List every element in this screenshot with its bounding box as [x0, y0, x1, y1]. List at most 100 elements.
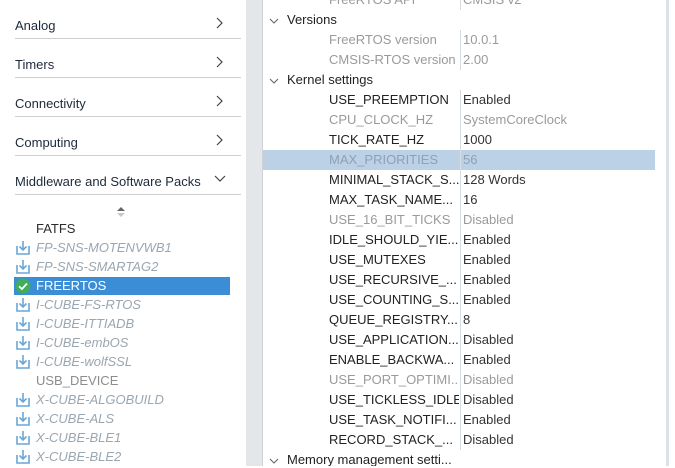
category-middleware-and-software-packs[interactable]: Middleware and Software Packs [15, 156, 241, 195]
download-icon [15, 354, 31, 370]
column-separator [460, 130, 461, 150]
param-value[interactable]: 56 [463, 152, 477, 167]
param-row-use-recursive[interactable]: USE_RECURSIVE_... Enabled [263, 270, 655, 290]
section-versions[interactable]: Versions [263, 10, 663, 30]
param-value[interactable]: Disabled [463, 212, 514, 227]
param-value[interactable]: Disabled [463, 432, 514, 447]
param-name: TICK_RATE_HZ [329, 132, 425, 147]
param-value[interactable]: Enabled [463, 272, 511, 287]
param-value[interactable]: Disabled [463, 332, 514, 347]
chevron-down-icon[interactable] [269, 14, 279, 24]
tree-item-label: FP-SNS-MOTENVWB1 [36, 240, 172, 255]
param-value[interactable]: 10.0.1 [463, 32, 499, 47]
param-name: CMSIS-RTOS version [329, 52, 456, 67]
tree-item-label: X-CUBE-ALS [36, 411, 115, 426]
param-value[interactable]: Disabled [463, 372, 514, 387]
tree-item-label: USB_DEVICE [36, 373, 119, 388]
param-row-use-counting-s[interactable]: USE_COUNTING_S... Enabled [263, 290, 655, 310]
param-row-use-preemption[interactable]: USE_PREEMPTION Enabled [263, 90, 655, 110]
tree-item-fp-sns-smartag2[interactable]: FP-SNS-SMARTAG2 [14, 258, 230, 276]
column-separator [460, 190, 461, 210]
param-value[interactable]: 128 Words [463, 172, 526, 187]
tree-item-i-cube-wolfssl[interactable]: I-CUBE-wolfSSL [14, 353, 230, 371]
tree-item-label: I-CUBE-wolfSSL [36, 354, 133, 369]
category-connectivity[interactable]: Connectivity [15, 78, 241, 117]
param-row-enable-backwa[interactable]: ENABLE_BACKWA... Enabled [263, 350, 655, 370]
param-row-freertos-api[interactable]: FreeRTOS API CMSIS v2 [263, 0, 655, 10]
param-row-record-stack[interactable]: RECORD_STACK_... Disabled [263, 430, 655, 450]
tree-item-label: FREERTOS [36, 278, 107, 293]
param-value[interactable]: 16 [463, 192, 477, 207]
section-kernel-settings[interactable]: Kernel settings [263, 70, 663, 90]
category-analog[interactable]: Analog [15, 0, 241, 39]
tree-item-fp-sns-motenvwb1[interactable]: FP-SNS-MOTENVWB1 [14, 239, 230, 257]
panel-divider[interactable] [246, 0, 262, 466]
column-separator [460, 210, 461, 230]
tree-item-label: X-CUBE-BLE2 [36, 449, 122, 464]
param-row-cpu-clock-hz[interactable]: CPU_CLOCK_HZ SystemCoreClock [263, 110, 655, 130]
param-value[interactable]: CMSIS v2 [463, 0, 522, 7]
chevron-right-icon [213, 94, 227, 108]
chevron-down-icon[interactable] [269, 454, 279, 464]
tree-item-x-cube-algobuild[interactable]: X-CUBE-ALGOBUILD [14, 391, 230, 409]
sort-icon[interactable] [116, 206, 126, 218]
param-value[interactable]: Enabled [463, 232, 511, 247]
param-row-cmsis-rtos-version[interactable]: CMSIS-RTOS version 2.00 [263, 50, 655, 70]
param-row-use-port-optimi[interactable]: USE_PORT_OPTIMI... Disabled [263, 370, 655, 390]
param-value[interactable]: 8 [463, 312, 470, 327]
tree-item-x-cube-ble1[interactable]: X-CUBE-BLE1 [14, 429, 230, 447]
param-row-use-tickless-idle[interactable]: USE_TICKLESS_IDLE Disabled [263, 390, 655, 410]
param-row-minimal-stack-s[interactable]: MINIMAL_STACK_S... 128 Words [263, 170, 655, 190]
param-name: RECORD_STACK_... [329, 432, 454, 447]
param-name: USE_PREEMPTION [329, 92, 449, 107]
param-name: MAX_PRIORITIES [329, 152, 439, 167]
chevron-down-icon[interactable] [269, 74, 279, 84]
param-value[interactable]: Enabled [463, 292, 511, 307]
tree-item-usb-device[interactable]: USB_DEVICE [14, 372, 230, 390]
param-value[interactable]: Enabled [463, 412, 511, 427]
param-value[interactable]: Disabled [463, 392, 514, 407]
section-label: Kernel settings [287, 72, 373, 87]
param-value[interactable]: Enabled [463, 252, 511, 267]
scrollbar-track[interactable] [657, 0, 675, 466]
scrollbar-thumb[interactable] [666, 0, 669, 466]
param-name: USE_RECURSIVE_... [329, 272, 457, 287]
download-icon [15, 335, 31, 351]
param-row-use-application[interactable]: USE_APPLICATION... Disabled [263, 330, 655, 350]
param-row-queue-registry[interactable]: QUEUE_REGISTRY... 8 [263, 310, 655, 330]
tree-item-i-cube-embos[interactable]: I-CUBE-embOS [14, 334, 230, 352]
tree-item-label: X-CUBE-BLE1 [36, 430, 122, 445]
param-value[interactable]: SystemCoreClock [463, 112, 567, 127]
param-value[interactable]: 1000 [463, 132, 492, 147]
param-row-use-16-bit-ticks[interactable]: USE_16_BIT_TICKS Disabled [263, 210, 655, 230]
download-icon [15, 449, 31, 465]
param-value[interactable]: Enabled [463, 92, 511, 107]
tree-item-freertos[interactable]: FREERTOS [14, 277, 230, 295]
section-label: Versions [287, 12, 337, 27]
tree-item-fatfs[interactable]: FATFS [14, 220, 230, 238]
param-name: USE_TICKLESS_IDLE [329, 392, 459, 407]
param-row-use-task-notifi[interactable]: USE_TASK_NOTIFI... Enabled [263, 410, 655, 430]
column-separator [460, 430, 461, 450]
param-value[interactable]: 2.00 [463, 52, 488, 67]
tree-item-x-cube-ble2[interactable]: X-CUBE-BLE2 [14, 448, 230, 466]
section-memory-management-setti[interactable]: Memory management setti... [263, 450, 663, 466]
tree-item-i-cube-fs-rtos[interactable]: I-CUBE-FS-RTOS [14, 296, 230, 314]
column-separator [460, 170, 461, 190]
param-row-max-task-name[interactable]: MAX_TASK_NAME... 16 [263, 190, 655, 210]
tree-item-x-cube-als[interactable]: X-CUBE-ALS [14, 410, 230, 428]
param-row-tick-rate-hz[interactable]: TICK_RATE_HZ 1000 [263, 130, 655, 150]
param-row-use-mutexes[interactable]: USE_MUTEXES Enabled [263, 250, 655, 270]
column-separator [460, 50, 461, 70]
category-computing[interactable]: Computing [15, 117, 241, 156]
param-row-idle-should-yie[interactable]: IDLE_SHOULD_YIE... Enabled [263, 230, 655, 250]
param-name: USE_MUTEXES [329, 252, 426, 267]
tree-item-i-cube-ittiadb[interactable]: I-CUBE-ITTIADB [14, 315, 230, 333]
param-row-freertos-version[interactable]: FreeRTOS version 10.0.1 [263, 30, 655, 50]
category-timers[interactable]: Timers [15, 39, 241, 78]
category-label: Computing [15, 135, 78, 150]
param-value[interactable]: Enabled [463, 352, 511, 367]
param-row-max-priorities[interactable]: MAX_PRIORITIES 56 [263, 150, 655, 170]
category-label: Analog [15, 18, 56, 33]
category-label: Connectivity [15, 96, 86, 111]
